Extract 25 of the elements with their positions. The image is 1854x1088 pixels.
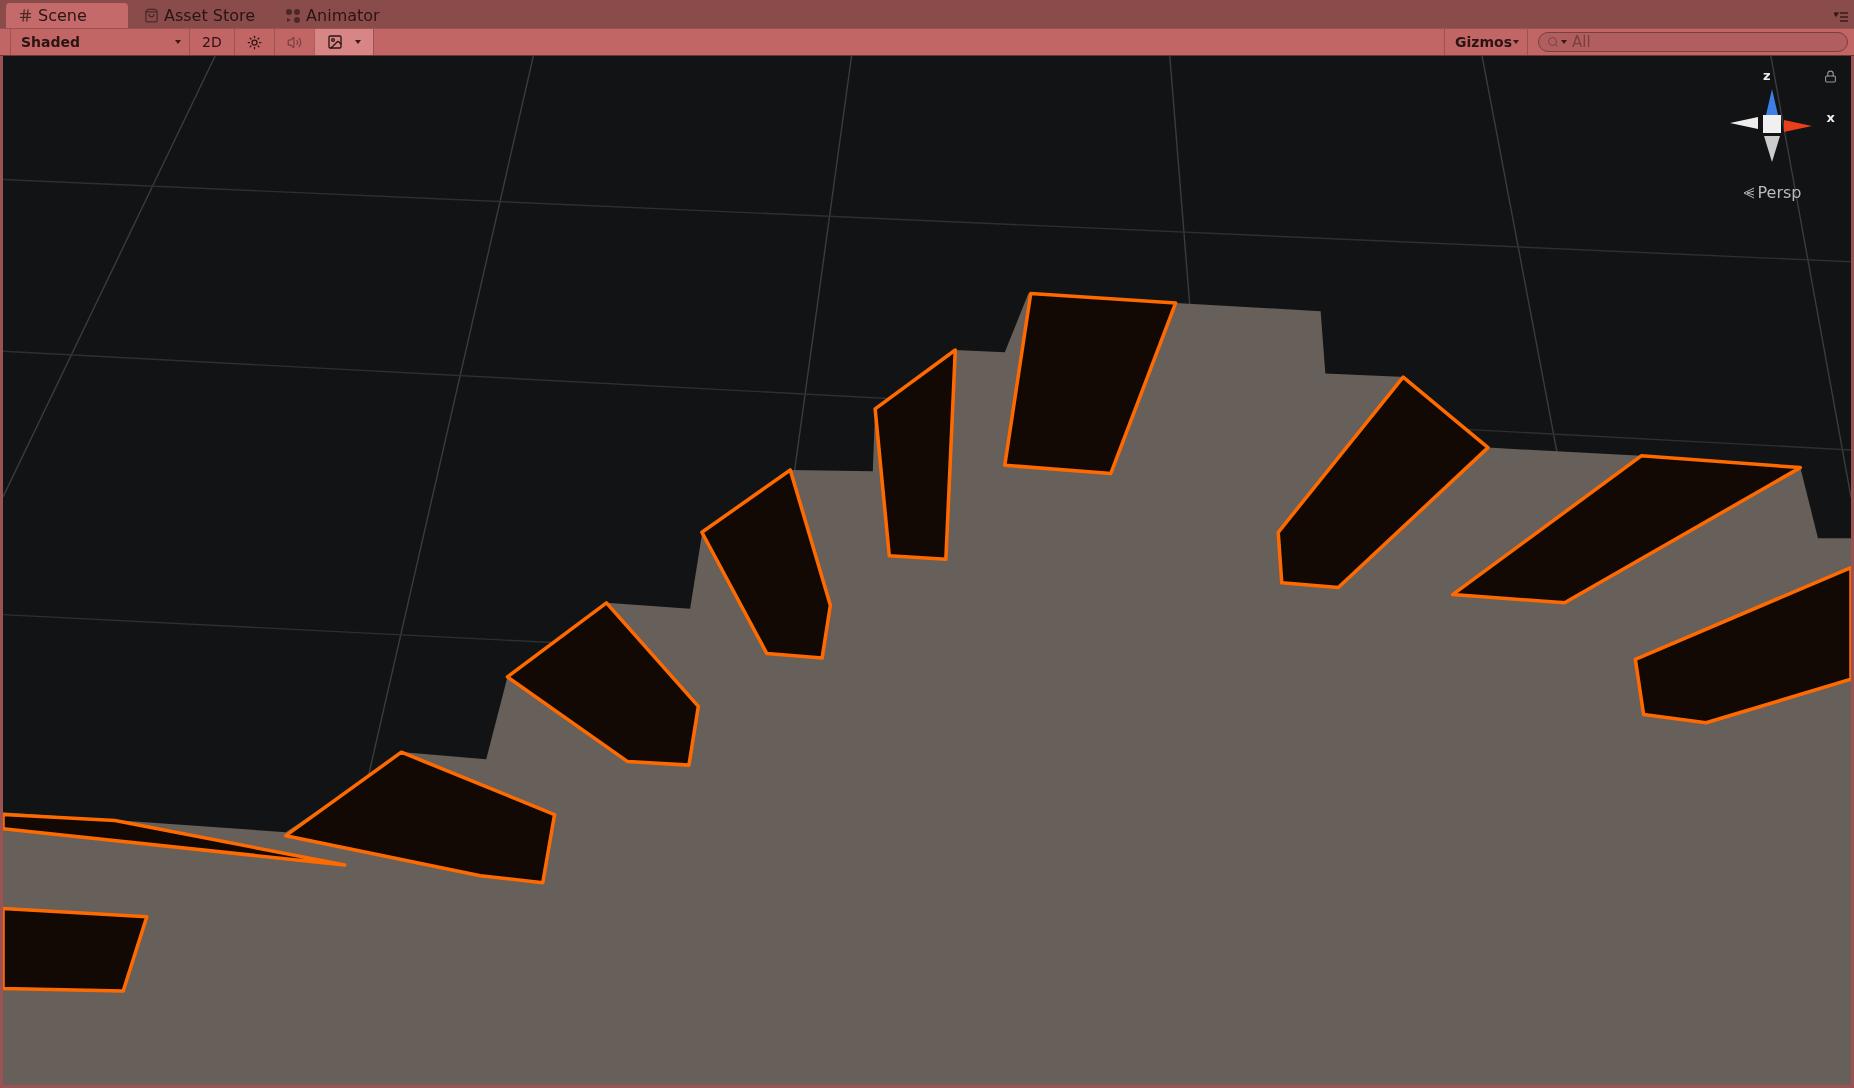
x-axis-label: x	[1826, 110, 1835, 125]
axis-cone-icon[interactable]	[1730, 117, 1758, 129]
draw-mode-dropdown[interactable]: Shaded	[10, 29, 190, 55]
toolbar-toggle[interactable]	[314, 29, 374, 55]
tab[interactable]: Animator	[273, 3, 394, 28]
z-axis-label: z	[1763, 68, 1771, 83]
tab[interactable]: Scene	[6, 3, 128, 28]
search-icon	[1547, 36, 1559, 48]
sun-icon	[246, 34, 262, 50]
toggle-2d-button[interactable]: 2D	[190, 29, 235, 55]
orientation-gizmo[interactable]: z x Persp	[1707, 68, 1837, 202]
menu-icon[interactable]	[1834, 12, 1848, 22]
speaker-icon	[286, 34, 302, 50]
tab[interactable]: Asset Store	[132, 3, 270, 28]
projection-toggle[interactable]: Persp	[1742, 183, 1802, 202]
bag-icon	[144, 8, 159, 23]
grid-icon	[18, 8, 33, 23]
perspective-icon	[1742, 186, 1755, 199]
lock-icon[interactable]	[1824, 70, 1837, 83]
gizmos-dropdown[interactable]: Gizmos	[1444, 29, 1528, 55]
z-axis-cone-icon[interactable]	[1766, 89, 1778, 115]
nodes-icon	[285, 7, 302, 24]
x-axis-cone-icon[interactable]	[1784, 120, 1812, 132]
axis-cone-icon[interactable]	[1764, 136, 1780, 162]
image-icon	[326, 34, 343, 50]
